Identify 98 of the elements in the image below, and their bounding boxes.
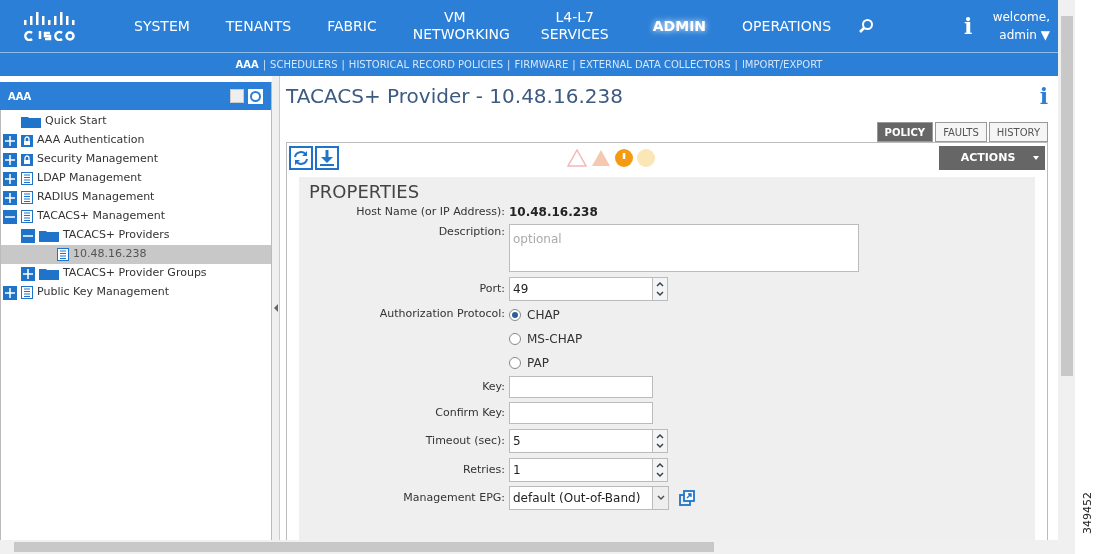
epg-dropdown[interactable]: default (Out-of-Band) [509,486,669,510]
expand-icon[interactable] [21,266,35,281]
minor-fault-icon [615,149,633,167]
open-window-icon[interactable] [679,490,695,506]
tree-item[interactable]: AAA Authentication [1,131,271,150]
field-label: Port: [478,280,506,297]
caret-icon [1033,156,1040,160]
expand-icon[interactable] [3,285,17,300]
collapse-icon[interactable] [21,228,35,243]
tree-item[interactable]: LDAP Management [1,169,271,188]
document-icon [21,286,33,299]
refresh-icon[interactable] [248,88,263,104]
host-value: 10.48.16.238 [509,204,598,221]
number-field[interactable]: 1 [509,458,653,482]
field-label: Management EPG: [402,489,506,506]
major-fault-icon [591,149,611,167]
tree-item[interactable]: Public Key Management [1,283,271,302]
lock-icon [21,134,33,147]
refresh-icon[interactable] [289,146,313,170]
horizontal-scrollbar[interactable] [0,540,1058,554]
folder-icon [21,115,41,128]
sub-nav-link[interactable]: FIRMWARE [514,57,569,72]
tab[interactable]: FAULTS [935,122,987,142]
tree-item[interactable]: RADIUS Management [1,188,271,207]
sub-nav-link[interactable]: EXTERNAL DATA COLLECTORS [579,57,731,72]
field-label: Retries: [462,461,506,478]
actions-button[interactable]: ACTIONS [939,146,1045,170]
sidebar-title: AAA [8,89,32,104]
warning-fault-icon [637,149,655,167]
radio-label: PAP [527,355,549,372]
description-field[interactable]: optional [509,224,859,272]
field-label: Authorization Protocol: [378,306,506,322]
separator: | [341,58,345,72]
document-icon [21,210,33,223]
tree-item[interactable]: Quick Start [1,112,271,131]
sub-nav-link[interactable]: AAA [235,57,259,72]
info-button[interactable]: i [1039,79,1048,113]
section-title: PROPERTIES [309,181,421,203]
document-icon [21,191,33,204]
field-label: Timeout (sec): [424,432,506,449]
field-label: Confirm Key: [434,404,506,421]
radio-label: MS-CHAP [527,331,583,348]
tree-item[interactable]: TACACS+ Management [1,207,271,226]
sub-nav-link[interactable]: IMPORT/EXPORT [741,57,823,72]
critical-fault-icon [567,149,587,167]
expand-icon[interactable] [3,133,17,148]
nav-tab[interactable]: ADMIN [634,17,725,35]
search-icon[interactable] [858,18,875,34]
tree-item[interactable]: 10.48.16.238 [1,245,271,264]
expand-icon[interactable] [3,152,17,167]
tab[interactable]: POLICY [876,122,934,142]
expand-icon[interactable] [3,190,17,205]
separator: | [507,58,511,72]
spinner-arrows-icon[interactable] [652,277,668,301]
nav-tab[interactable]: SYSTEM [116,17,208,35]
nav-tab[interactable]: FABRIC [309,17,395,35]
figure-number: 349452 [1079,492,1095,534]
placeholder: optional [513,232,562,246]
field-label: Host Name (or IP Address): [355,203,506,220]
field-label: Key: [481,378,506,395]
sub-nav-link[interactable]: HISTORICAL RECORD POLICIES [348,57,504,72]
tab[interactable]: HISTORY [988,122,1048,142]
welcome-text: welcome, [992,9,1050,26]
folder-icon [39,229,59,242]
spinner-arrows-icon[interactable] [652,458,668,482]
page-title: TACACS+ Provider - 10.48.16.238 [286,83,623,110]
tree-item[interactable]: Security Management [1,150,271,169]
radio-button[interactable] [509,333,521,345]
folder-icon [39,267,59,280]
vertical-scrollbar[interactable] [1058,0,1075,554]
number-field[interactable]: 5 [509,429,653,453]
nav-tab[interactable]: L4-L7 SERVICES [514,9,635,43]
lock-icon [21,153,33,166]
collapse-icon[interactable] [3,209,17,224]
tree-item[interactable]: TACACS+ Providers [1,226,271,245]
nav-tab[interactable]: TENANTS [207,17,310,35]
tree-item[interactable]: TACACS+ Provider Groups [1,264,271,283]
info-button[interactable]: i [964,9,973,43]
radio-label: CHAP [527,307,560,324]
user-menu[interactable]: admin ▼ [999,26,1050,44]
separator: | [262,58,267,72]
number-field[interactable]: 49 [509,277,653,301]
document-icon [57,248,69,261]
expand-icon[interactable] [3,171,17,186]
separator: | [572,58,576,72]
spinner-arrows-icon[interactable] [652,429,668,453]
radio-button[interactable] [509,357,521,369]
sub-nav-link[interactable]: SCHEDULERS [270,57,338,72]
document-icon [21,172,33,185]
separator: | [734,58,738,72]
nav-tab[interactable]: OPERATIONS [724,17,845,35]
field-label: Description: [437,224,506,240]
download-icon[interactable] [315,146,339,170]
nav-tab[interactable]: VM NETWORKING [394,9,515,43]
radio-button[interactable] [509,309,521,321]
key-field[interactable] [509,376,653,398]
key-field[interactable] [509,402,653,424]
collapse-handle-icon[interactable] [273,304,278,312]
